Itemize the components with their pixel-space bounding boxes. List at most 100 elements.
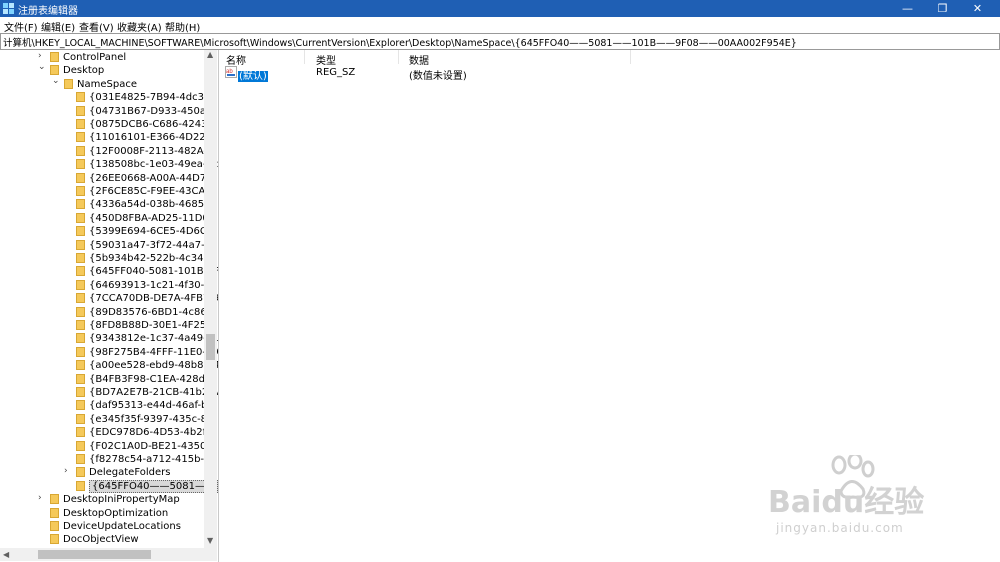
column-header-type[interactable]: 类型 bbox=[316, 52, 336, 67]
tree-item[interactable]: DeviceUpdateLocations bbox=[0, 520, 203, 533]
tree-item[interactable]: › DelegateFolders bbox=[0, 466, 203, 479]
column-separator[interactable] bbox=[630, 50, 631, 64]
tree-item-label: {9343812e-1c37-4a49-a1 bbox=[89, 333, 219, 345]
column-header-name[interactable]: 名称 bbox=[226, 52, 246, 67]
tree-item-label: {11016101-E366-4D22-B bbox=[89, 132, 216, 144]
tree-item[interactable]: › ControlPanel bbox=[0, 51, 203, 64]
tree-item-label: {645FFO40——5081—— bbox=[89, 479, 218, 493]
tree-item[interactable]: › DesktopIniPropertyMap bbox=[0, 493, 203, 506]
tree-item[interactable]: {64693913-1c21-4f30-a9 bbox=[0, 279, 217, 292]
tree-item[interactable]: {2F6CE85C-F9EE-43CA-9 bbox=[0, 185, 215, 198]
tree-item[interactable]: {0875DCB6-C686-4243-9 bbox=[0, 118, 217, 131]
scroll-down-icon[interactable]: ▼ bbox=[207, 536, 213, 545]
folder-icon bbox=[50, 52, 59, 62]
menu-file[interactable]: 文件(F) bbox=[4, 19, 38, 34]
folder-icon bbox=[76, 400, 85, 411]
tree-horizontal-scrollbar[interactable]: ◀ bbox=[0, 548, 217, 561]
tree-item[interactable]: {12F0008F-2113-482A-8 bbox=[0, 145, 213, 158]
folder-icon bbox=[76, 306, 85, 317]
tree-item-label: {B4FB3F98-C1EA-428d-A bbox=[89, 373, 216, 385]
tree-item-label: {64693913-1c21-4f30-a9 bbox=[89, 279, 217, 291]
tree-vertical-scrollbar[interactable]: ▲ ▼ bbox=[204, 50, 217, 548]
tree-item-label: DesktopIniPropertyMap bbox=[63, 494, 180, 506]
folder-icon bbox=[76, 226, 85, 237]
tree-item-label: {138508bc-1e03-49ea-9c bbox=[89, 159, 219, 171]
tree-item-label: {7CCA70DB-DE7A-4FB7-9 bbox=[89, 293, 219, 305]
tree-item[interactable]: {BD7A2E7B-21CB-41b2-A bbox=[0, 386, 218, 399]
folder-icon bbox=[50, 494, 59, 505]
chevron-right-icon[interactable]: › bbox=[38, 493, 42, 503]
folder-icon bbox=[76, 320, 85, 330]
tree-item-label: {4336a54d-038b-4685-a bbox=[89, 199, 214, 211]
tree-vertical-scroll-thumb[interactable] bbox=[206, 334, 215, 360]
tree-item-label: {f8278c54-a712-415b-b5 bbox=[89, 454, 217, 465]
tree-item[interactable]: {04731B67-D933-450a-9 bbox=[0, 105, 216, 118]
tree-item[interactable]: {f8278c54-a712-415b-b5 bbox=[0, 453, 217, 466]
tree-item[interactable]: DocObjectView bbox=[0, 533, 203, 546]
tree-item[interactable]: {138508bc-1e03-49ea-9c bbox=[0, 158, 218, 171]
tree-item[interactable]: {a00ee528-ebd9-48b8-94 bbox=[0, 359, 218, 372]
folder-icon bbox=[76, 92, 85, 103]
tree-item[interactable]: {4336a54d-038b-4685-a bbox=[0, 198, 214, 211]
tree-item[interactable]: ⌄ NameSpace bbox=[0, 76, 203, 91]
tree-item[interactable]: {e345f35f-9397-435c-8f9 bbox=[0, 413, 217, 426]
folder-icon bbox=[50, 65, 59, 76]
title-bar: 注册表编辑器 — ❐ ✕ bbox=[0, 0, 1000, 17]
tree-item[interactable]: {9343812e-1c37-4a49-a1 bbox=[0, 332, 218, 345]
tree-item[interactable]: {EDC978D6-4D53-4b2f-A bbox=[0, 426, 216, 439]
tree-item[interactable]: {5b934b42-522b-4c34-b bbox=[0, 252, 213, 265]
tree-item[interactable]: {daf95313-e44d-46af-be bbox=[0, 399, 214, 412]
tree-item-label: {12F0008F-2113-482A-8 bbox=[89, 145, 214, 157]
close-button[interactable]: ✕ bbox=[960, 0, 995, 17]
folder-icon bbox=[64, 78, 73, 89]
folder-icon bbox=[50, 534, 59, 545]
menu-edit[interactable]: 编辑(E) bbox=[41, 19, 75, 34]
scroll-left-icon[interactable]: ◀ bbox=[3, 550, 9, 559]
menu-favorites[interactable]: 收藏夹(A) bbox=[117, 19, 162, 34]
watermark-brand: Baidu经验 bbox=[768, 485, 925, 520]
menu-view[interactable]: 查看(V) bbox=[79, 19, 114, 34]
folder-icon bbox=[76, 159, 85, 170]
tree-item[interactable]: {450D8FBA-AD25-11D0- bbox=[0, 212, 212, 225]
folder-icon bbox=[76, 440, 85, 451]
tree-item[interactable]: {11016101-E366-4D22-B bbox=[0, 131, 216, 144]
tree-item[interactable]: {26EE0668-A00A-44D7-9 bbox=[0, 172, 216, 185]
chevron-right-icon[interactable]: › bbox=[38, 51, 42, 61]
folder-icon bbox=[76, 346, 85, 357]
tree-item[interactable]: {5399E694-6CE5-4D6C-8 bbox=[0, 225, 217, 238]
column-separator[interactable] bbox=[398, 50, 399, 64]
tree-item-label: {5b934b42-522b-4c34-b bbox=[89, 253, 214, 264]
chevron-down-icon[interactable]: ⌄ bbox=[38, 62, 46, 72]
tree-item[interactable]: {645FFO40——5081—— bbox=[0, 479, 218, 493]
restore-button[interactable]: ❐ bbox=[925, 0, 960, 17]
tree-item[interactable]: {7CCA70DB-DE7A-4FB7-9 bbox=[0, 292, 218, 305]
address-bar[interactable]: 计算机\HKEY_LOCAL_MACHINE\SOFTWARE\Microsof… bbox=[0, 33, 1000, 50]
folder-icon bbox=[76, 467, 85, 478]
tree-item-label: {04731B67-D933-450a-9 bbox=[89, 105, 216, 117]
chevron-right-icon[interactable]: › bbox=[64, 466, 68, 476]
tree-item[interactable]: {031E4825-7B94-4dc3-B bbox=[0, 91, 214, 104]
column-separator[interactable] bbox=[304, 50, 305, 64]
folder-icon bbox=[76, 427, 85, 438]
tree-item-label: {2F6CE85C-F9EE-43CA-9 bbox=[89, 186, 216, 197]
tree-item[interactable]: {89D83576-6BD1-4c86-9 bbox=[0, 306, 217, 319]
folder-icon bbox=[76, 132, 85, 143]
tree-item[interactable]: {8FD8B88D-30E1-4F25-A bbox=[0, 319, 217, 332]
tree-item[interactable]: ⌄ Desktop bbox=[0, 62, 203, 77]
tree-item-label: DesktopOptimization bbox=[63, 507, 169, 519]
tree-item[interactable]: {98F275B4-4FFF-11E0-89 bbox=[0, 346, 218, 359]
menu-help[interactable]: 帮助(H) bbox=[165, 19, 200, 34]
folder-icon bbox=[76, 239, 85, 250]
tree-item[interactable]: {F02C1A0D-BE21-4350-8 bbox=[0, 440, 216, 453]
registry-editor-icon bbox=[3, 3, 14, 14]
tree-item[interactable]: DesktopOptimization bbox=[0, 507, 203, 520]
folder-icon bbox=[76, 266, 85, 277]
tree-item[interactable]: {645FF040-5081-101B-9F bbox=[0, 265, 218, 278]
tree-horizontal-scroll-thumb[interactable] bbox=[38, 550, 151, 559]
scroll-up-icon[interactable]: ▲ bbox=[207, 50, 213, 59]
chevron-down-icon[interactable]: ⌄ bbox=[52, 76, 60, 86]
tree-item[interactable]: {59031a47-3f72-44a7-89 bbox=[0, 239, 217, 252]
column-header-data[interactable]: 数据 bbox=[409, 52, 429, 67]
minimize-button[interactable]: — bbox=[890, 0, 925, 17]
tree-item[interactable]: {B4FB3F98-C1EA-428d-A bbox=[0, 373, 215, 386]
